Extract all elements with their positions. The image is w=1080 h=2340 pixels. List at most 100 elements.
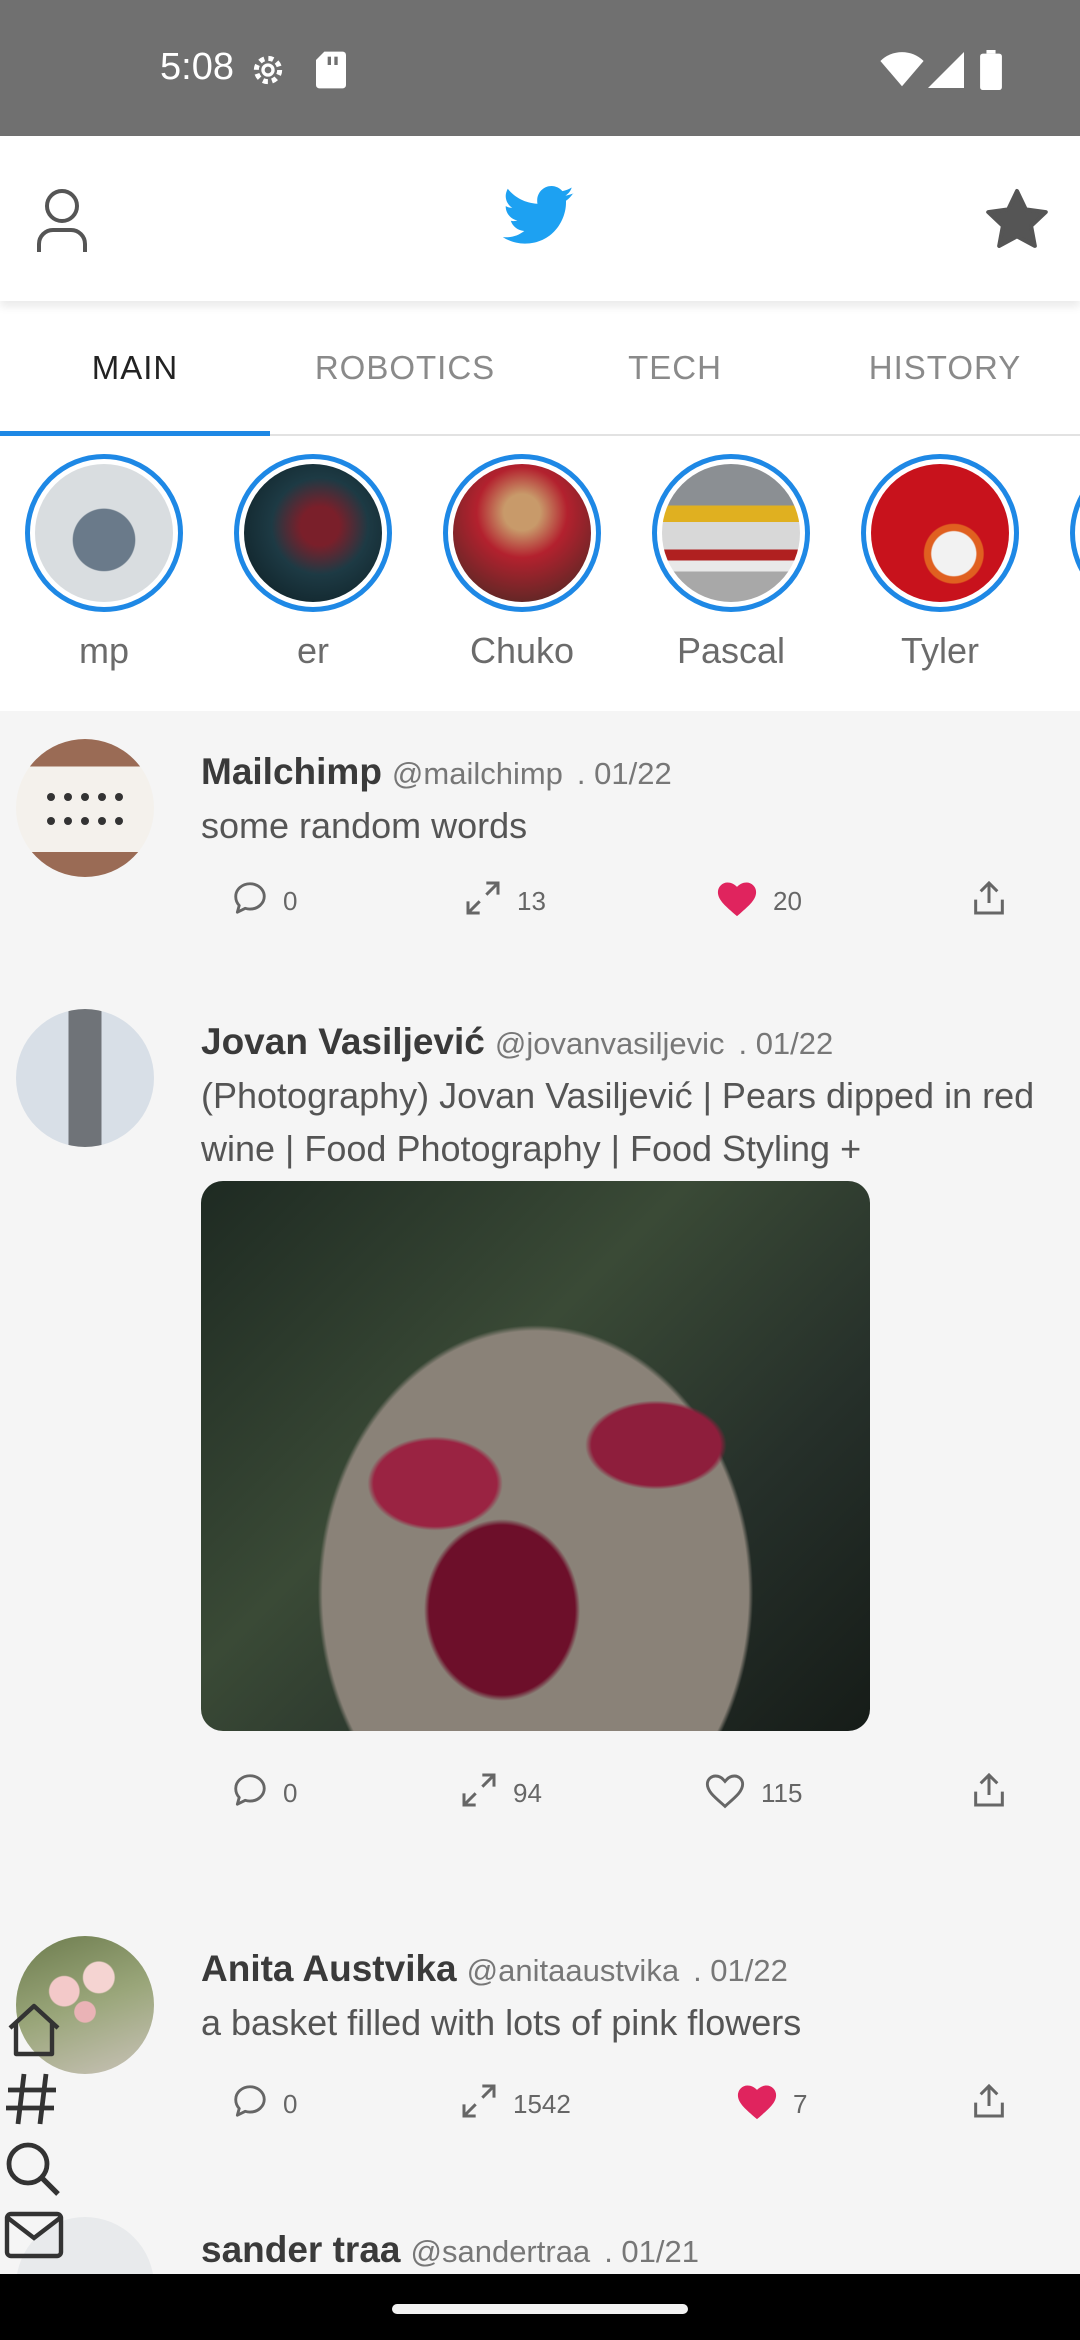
tweet-header: sander traa @sandertraa . 01/21 <box>201 2229 699 2271</box>
tab-history[interactable]: HISTORY <box>810 301 1080 434</box>
status-bar: 5:08 <box>0 0 1080 136</box>
search-icon[interactable] <box>4 2140 62 2203</box>
app-bar <box>0 136 1080 301</box>
reply-button[interactable]: 0 <box>231 871 297 931</box>
share-icon <box>969 2081 1023 2128</box>
story-avatar-ring <box>1070 454 1080 612</box>
share-icon <box>969 1770 1023 1817</box>
like-button[interactable]: 20 <box>715 871 802 931</box>
tweet-avatar[interactable] <box>16 739 154 877</box>
story-avatar <box>453 464 591 602</box>
tweet-avatar[interactable] <box>16 1009 154 1147</box>
reply-count: 0 <box>283 885 298 916</box>
retweet-button[interactable]: 13 <box>463 871 546 931</box>
story-item[interactable]: Chuko <box>437 454 607 672</box>
like-count: 7 <box>793 2088 808 2119</box>
tweet-handle[interactable]: @mailchimp <box>392 756 563 791</box>
story-name: Chuko <box>469 630 575 671</box>
hashtag-icon[interactable] <box>4 2070 60 2133</box>
like-count: 115 <box>761 1777 803 1808</box>
tweet-date: . 01/22 <box>693 1953 788 1988</box>
tweet-handle[interactable]: @jovanvasiljevic <box>495 1026 725 1061</box>
tweet-item[interactable]: Anita Austvika @anitaaustvika . 01/22 a ba… <box>0 1908 1080 2168</box>
like-button[interactable]: 115 <box>703 1763 802 1823</box>
tab-bar: MAIN ROBOTICS TECH HISTORY <box>0 301 1080 436</box>
story-name: Tyler <box>900 630 979 671</box>
tweet-actions: 0 13 20 <box>201 871 1041 931</box>
tweet-text: a basket filled with lots of pink flower… <box>201 2002 802 2043</box>
system-navigation-bar <box>0 2274 1080 2340</box>
story-item[interactable]: Tyler <box>855 454 1025 672</box>
tweet-date: . 01/21 <box>604 2234 699 2269</box>
tweet-date: . 01/22 <box>576 756 672 791</box>
like-button[interactable]: 7 <box>735 2074 807 2134</box>
story-name: er <box>296 630 329 671</box>
share-button[interactable] <box>969 871 1023 931</box>
retweet-button[interactable]: 1542 <box>459 2074 571 2134</box>
tweet-header: Jovan Vasiljević @jovanvasiljevic . 01/22 <box>201 1021 833 1063</box>
timeline-feed[interactable]: Mailchimp @mailchimp . 01/22 some random w… <box>0 711 1080 2274</box>
retweet-button[interactable]: 94 <box>459 1763 542 1823</box>
home-gesture-handle[interactable] <box>392 2304 688 2314</box>
expand-icon <box>463 878 517 925</box>
tweet-header: Mailchimp @mailchimp . 01/22 <box>201 751 672 793</box>
story-avatar <box>35 464 173 602</box>
reply-count: 0 <box>283 2088 298 2119</box>
status-time: 5:08 <box>160 46 234 88</box>
reply-button[interactable]: 0 <box>231 1763 297 1823</box>
wifi-icon <box>880 52 924 93</box>
share-icon <box>969 878 1023 925</box>
mail-icon[interactable] <box>4 2210 64 2265</box>
share-button[interactable] <box>969 1763 1023 1823</box>
home-icon[interactable] <box>4 2000 64 2063</box>
tab-robotics[interactable]: ROBOTICS <box>270 301 540 434</box>
tweet-actions: 0 1542 7 <box>201 2074 1041 2134</box>
battery-icon <box>980 50 1002 95</box>
twitter-bird-icon[interactable] <box>502 186 575 251</box>
tweet-item[interactable]: Jovan Vasiljević @jovanvasiljevic. 01/22 … <box>0 981 1080 1808</box>
reply-count: 0 <box>283 1777 298 1808</box>
profile-icon[interactable] <box>36 188 88 259</box>
tweet-author[interactable]: sander traa <box>201 2229 401 2270</box>
story-avatar <box>871 464 1009 602</box>
tweet-item[interactable]: Mailchimp @mailchimp . 01/22 some random w… <box>0 711 1080 971</box>
story-item[interactable]: mp <box>19 454 189 672</box>
share-button[interactable] <box>969 2074 1023 2134</box>
retweet-count: 13 <box>517 885 546 916</box>
heart-filled-icon <box>715 878 773 925</box>
stories-row: mp er Chuko Pascal Tyler <box>0 436 1080 711</box>
story-item[interactable] <box>1064 454 1080 612</box>
heart-filled-icon <box>735 2081 793 2128</box>
expand-icon <box>459 2081 513 2128</box>
tweet-handle[interactable]: @anitaaustvika <box>467 1953 679 1988</box>
heart-outline-icon <box>703 1770 761 1817</box>
star-icon[interactable] <box>985 188 1049 255</box>
tweet-author[interactable]: Mailchimp <box>201 751 382 792</box>
story-item[interactable]: Pascal <box>646 454 816 672</box>
like-count: 20 <box>773 885 802 916</box>
tab-tech[interactable]: TECH <box>540 301 810 434</box>
story-item[interactable]: er <box>228 454 398 672</box>
tweet-header: Anita Austvika @anitaaustvika . 01/22 <box>201 1948 788 1990</box>
tweet-text: some random words <box>201 805 528 846</box>
tab-main[interactable]: MAIN <box>0 301 270 434</box>
story-avatar-ring <box>861 454 1019 612</box>
tweet-text: (Photography) Jovan Vasiljević | Pears d… <box>201 1075 1035 1169</box>
tweet-author[interactable]: Anita Austvika <box>201 1948 457 1989</box>
tweet-item[interactable]: sander traa @sandertraa . 01/21 <box>0 2189 1080 2274</box>
story-avatar <box>662 464 800 602</box>
tweet-media-image[interactable] <box>201 1181 870 1731</box>
reply-button[interactable]: 0 <box>231 2074 297 2134</box>
cellular-signal-icon <box>928 52 964 93</box>
avatar-pattern <box>47 793 123 825</box>
tweet-author[interactable]: Jovan Vasiljević <box>201 1021 485 1062</box>
comment-icon <box>231 1771 283 1816</box>
tweet-date: . 01/22 <box>738 1026 834 1061</box>
story-name: Pascal <box>676 630 786 671</box>
story-avatar-ring <box>652 454 810 612</box>
tweet-actions: 0 94 115 <box>201 1763 1041 1823</box>
story-avatar-ring <box>25 454 183 612</box>
story-avatar-ring <box>443 454 601 612</box>
story-avatar-ring <box>234 454 392 612</box>
tweet-handle[interactable]: @sandertraa <box>411 2234 591 2269</box>
